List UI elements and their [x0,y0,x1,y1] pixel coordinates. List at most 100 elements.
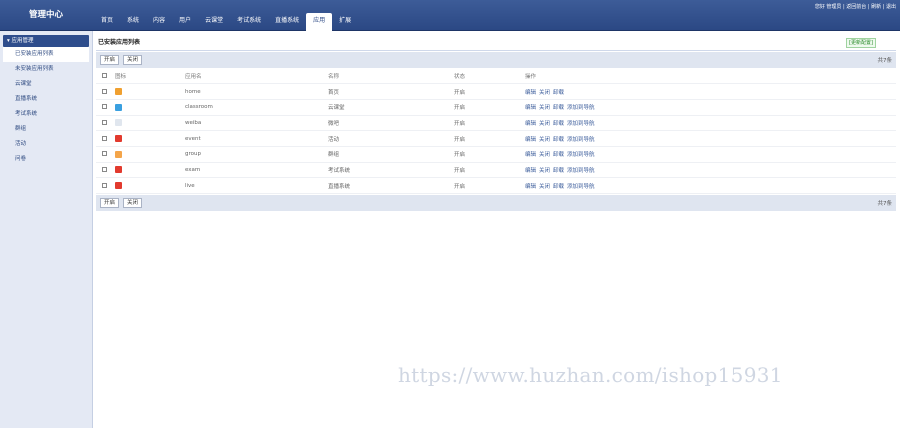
sidebar-item[interactable]: 未安装应用列表 [0,62,92,77]
row-actions: 编辑 关闭 卸载 添加到导航 [525,177,896,194]
nav-item[interactable]: 内容 [146,13,172,31]
sidebar-item[interactable]: 直播系统 [0,92,92,107]
app-icon [115,150,122,158]
app-status: 开启 [454,146,525,163]
row-action-link[interactable]: 编辑 [525,168,536,174]
record-count: 共7条 [877,58,893,64]
column-actions: 操作 [525,68,896,85]
row-action-link[interactable]: 卸载 [553,152,564,158]
row-action-link[interactable]: 添加到导航 [567,105,595,111]
row-action-link[interactable]: 编辑 [525,137,536,143]
sidebar-section-header[interactable]: ▾ 应用管理 [3,35,89,47]
update-config-link[interactable]: [更新配置] [846,38,876,48]
row-action-link[interactable]: 添加到导航 [567,184,595,190]
row-checkbox[interactable] [96,99,115,116]
logo: 管理中心 [28,10,63,20]
sidebar-item[interactable]: 群组 [0,122,92,137]
sidebar-item[interactable]: 考试系统 [0,107,92,122]
app-icon-cell [115,162,185,179]
nav-item[interactable]: 应用 [306,13,333,31]
row-action-link[interactable]: 卸载 [553,90,564,96]
nav-item[interactable]: 系统 [120,13,146,31]
row-action-link[interactable]: 关闭 [539,121,550,127]
close-button-bottom[interactable]: 关闭 [123,198,143,208]
row-action-link[interactable]: 关闭 [539,152,550,158]
row-actions: 编辑 关闭 卸载 添加到导航 [525,162,896,179]
table-row: weiba 微吧 开启 编辑 关闭 卸载 添加到导航 [96,115,896,132]
nav-item[interactable]: 用户 [172,13,198,31]
row-action-link[interactable]: 添加到导航 [567,152,595,158]
row-checkbox[interactable] [96,162,115,179]
app-name: 直播系统 [328,177,454,194]
nav-item[interactable]: 直播系统 [268,13,306,31]
app-status: 开启 [454,177,525,194]
sidebar-item[interactable]: 活动 [0,137,92,152]
close-button[interactable]: 关闭 [123,55,143,65]
sidebar-item[interactable]: 已安装应用列表 [3,47,89,62]
row-action-link[interactable]: 编辑 [525,121,536,127]
row-actions: 编辑 关闭 卸载 添加到导航 [525,99,896,116]
app-icon-cell [115,146,185,163]
app-name: 云课堂 [328,99,454,116]
watermark: https://www.huzhan.com/ishop15931 [398,363,783,387]
row-actions: 编辑 关闭 卸载 添加到导航 [525,146,896,163]
row-action-link[interactable]: 卸载 [553,168,564,174]
app-icon [115,88,122,96]
top-header: 管理中心 首页 系统 内容 用户 云课堂 考试系统 直播系统 应用 扩展 您好 管理员 | 返回… [0,0,900,31]
nav-item[interactable]: 扩展 [332,13,358,31]
app-icon [115,103,122,111]
select-all-checkbox[interactable] [96,68,115,85]
row-action-link[interactable]: 编辑 [525,152,536,158]
nav-item[interactable]: 考试系统 [230,13,268,31]
row-action-link[interactable]: 关闭 [539,168,550,174]
row-action-link[interactable]: 卸载 [553,184,564,190]
row-action-link[interactable]: 关闭 [539,137,550,143]
row-action-link[interactable]: 编辑 [525,184,536,190]
row-action-link[interactable]: 添加到导航 [567,121,595,127]
app-name: 考试系统 [328,162,454,179]
row-actions: 编辑 关闭 卸载 添加到导航 [525,130,896,147]
app-status: 开启 [454,115,525,132]
main-content: 已安装应用列表 [更新配置] 开启 关闭 共7条 图标 应用名 名称 状态 操作… [96,34,896,211]
user-links[interactable]: 您好 管理员 | 返回前台 | 刷新 | 退出 [815,3,896,10]
row-action-link[interactable]: 关闭 [539,105,550,111]
column-icon: 图标 [115,68,185,85]
open-button-bottom[interactable]: 开启 [100,198,120,208]
app-icon [115,119,122,127]
sidebar-item[interactable]: 云课堂 [0,77,92,92]
table-row: live 直播系统 开启 编辑 关闭 卸载 添加到导航 [96,177,896,194]
row-action-link[interactable]: 卸载 [553,137,564,143]
app-icon-cell [115,177,185,194]
row-action-link[interactable]: 编辑 [525,105,536,111]
app-id: event [185,130,328,147]
row-action-link[interactable]: 关闭 [539,90,550,96]
row-checkbox[interactable] [96,177,115,194]
open-button[interactable]: 开启 [100,55,120,65]
app-icon [115,135,122,143]
table-row: group 群组 开启 编辑 关闭 卸载 添加到导航 [96,146,896,163]
row-checkbox[interactable] [96,146,115,163]
app-id: exam [185,162,328,179]
row-checkbox[interactable] [96,83,115,100]
column-app: 应用名 [185,68,328,85]
top-toolbar: 开启 关闭 共7条 [96,52,896,68]
app-icon-cell [115,130,185,147]
row-action-link[interactable]: 关闭 [539,184,550,190]
app-name: 活动 [328,130,454,147]
nav-item[interactable]: 首页 [94,13,120,31]
app-icon-cell [115,115,185,132]
app-id: group [185,146,328,163]
bottom-toolbar: 开启 关闭 共7条 [96,195,896,211]
row-action-link[interactable]: 卸载 [553,105,564,111]
app-id: weiba [185,115,328,132]
app-status: 开启 [454,83,525,100]
table-row: exam 考试系统 开启 编辑 关闭 卸载 添加到导航 [96,162,896,179]
row-action-link[interactable]: 编辑 [525,90,536,96]
row-action-link[interactable]: 添加到导航 [567,168,595,174]
row-checkbox[interactable] [96,130,115,147]
row-checkbox[interactable] [96,115,115,132]
nav-item[interactable]: 云课堂 [198,13,230,31]
row-action-link[interactable]: 添加到导航 [567,137,595,143]
row-action-link[interactable]: 卸载 [553,121,564,127]
sidebar-item[interactable]: 问卷 [0,152,92,167]
